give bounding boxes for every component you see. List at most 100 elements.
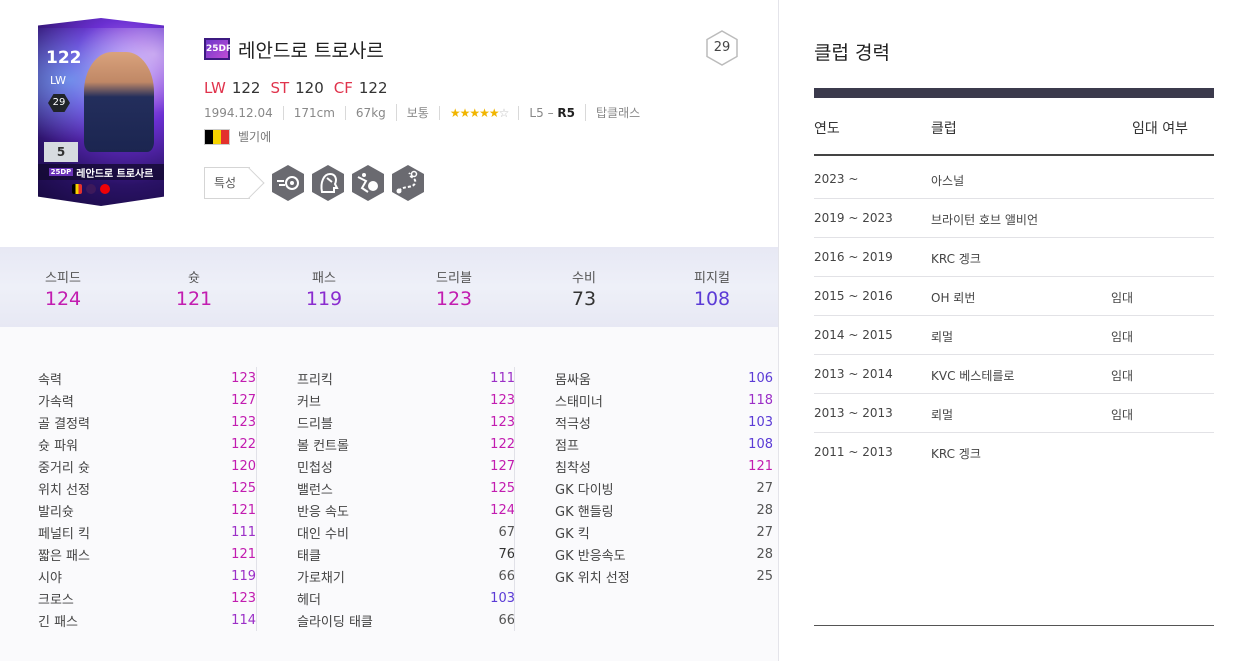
stat-name: GK 위치 선정 <box>555 570 630 586</box>
stat-name: GK 킥 <box>555 526 590 542</box>
right-foot: R5 <box>557 105 575 120</box>
player-info-row: 1994.12.04 171cm 67kg 보통 ★★★★★☆ L5 – R5 … <box>204 104 650 121</box>
position-code: ST <box>270 79 290 97</box>
summary-label: 드리블 <box>436 271 472 286</box>
player-class: 탑클래스 <box>584 104 650 121</box>
traits-row: 특성 <box>204 164 426 202</box>
star-icon-filled: ★★★★★ <box>449 105 500 120</box>
stat-name: 시야 <box>38 570 62 586</box>
stat-row: 속력 123 <box>38 367 256 389</box>
club-club: 아스널 <box>931 174 965 188</box>
stat-value: 66 <box>498 612 515 628</box>
stat-value: 125 <box>231 480 256 496</box>
stat-value: 66 <box>498 568 515 584</box>
position-value: 122 <box>231 79 261 97</box>
stat-name: 긴 패스 <box>38 614 79 630</box>
stat-name: 중거리 슛 <box>38 460 90 476</box>
stat-row: GK 반응속도 28 <box>555 543 773 565</box>
stats-column-2: 프리킥 111 커브 123 드리블 123 볼 컨트롤 122 민첩성 127 밸런스 125 반응 … <box>297 367 515 631</box>
stat-row: 적극성 103 <box>555 411 773 433</box>
stat-value: 121 <box>231 502 256 518</box>
stat-row: 크로스 123 <box>38 587 256 609</box>
left-foot: L5 <box>529 105 544 120</box>
stat-name: 침착성 <box>555 460 591 476</box>
header-club: 클럽 <box>931 121 957 137</box>
summary-value: 119 <box>305 288 343 310</box>
card-name-row: 25DP 레안드로 트로사르 <box>38 164 164 180</box>
stat-name: 위치 선정 <box>38 482 90 498</box>
stat-row: 가속력 127 <box>38 389 256 411</box>
stat-value: 123 <box>490 392 515 408</box>
player-card[interactable]: 122 LW 29 5 25DP 레안드로 트로사르 <box>38 18 164 206</box>
stat-row: GK 다이빙 27 <box>555 477 773 499</box>
club-loan: 임대 <box>1111 291 1134 305</box>
stat-value: 76 <box>498 546 515 562</box>
header-year: 연도 <box>814 121 840 137</box>
weak-foot: L5 – R5 <box>518 105 585 120</box>
body-type: 보통 <box>395 104 439 121</box>
stat-value: 111 <box>490 370 515 386</box>
nation-flag-icon <box>72 184 82 194</box>
stat-value: 114 <box>231 612 256 628</box>
summary-physical: 피지컬 108 <box>647 267 777 310</box>
stats-column-1: 속력 123 가속력 127 골 결정력 123 슛 파워 122 중거리 슛 120 위치 선정 1… <box>38 367 256 631</box>
stat-row: 골 결정력 123 <box>38 411 256 433</box>
stat-value: 122 <box>490 436 515 452</box>
stat-row: 몸싸움 106 <box>555 367 773 389</box>
header-loan: 임대 여부 <box>1132 121 1188 137</box>
stat-name: 드리블 <box>297 416 333 432</box>
stat-name: 가속력 <box>38 394 74 410</box>
position-value: 120 <box>295 79 324 97</box>
club-club: 브라이턴 호브 앨비언 <box>931 213 1038 227</box>
stat-value: 124 <box>490 502 515 518</box>
stat-row: GK 핸들링 28 <box>555 499 773 521</box>
card-position: LW <box>50 74 66 87</box>
card-number: 5 <box>44 142 78 162</box>
summary-speed: 스피드 124 <box>0 267 128 310</box>
enhance-level-badge[interactable]: 29 <box>705 30 739 66</box>
stat-row: 드리블 123 <box>297 411 515 433</box>
club-year: 2013 ~ 2014 <box>814 367 893 381</box>
trait-icon-list <box>270 164 426 202</box>
club-history-row: 2016 ~ 2019 KRC 겡크 <box>814 238 1214 277</box>
summary-label: 수비 <box>572 271 596 286</box>
stat-row: 침착성 121 <box>555 455 773 477</box>
stat-value: 28 <box>756 502 773 518</box>
stat-row: 태클 76 <box>297 543 515 565</box>
stat-name: 민첩성 <box>297 460 333 476</box>
belgium-flag-icon <box>204 128 230 145</box>
stat-value: 125 <box>490 480 515 496</box>
stat-name: 대인 수비 <box>297 526 349 542</box>
stat-value: 103 <box>748 414 773 430</box>
stat-row: 위치 선정 125 <box>38 477 256 499</box>
club-year: 2023 ~ <box>814 172 859 186</box>
stat-name: GK 반응속도 <box>555 548 626 564</box>
stat-name: 가로채기 <box>297 570 345 586</box>
club-history-bar <box>814 88 1214 98</box>
position-ratings: LW 122 ST 120 CF 122 <box>204 79 392 97</box>
club-loan: 임대 <box>1111 330 1134 344</box>
club-club: 뢰멀 <box>931 330 954 344</box>
trait-playmaker-icon[interactable] <box>310 164 346 202</box>
stat-row: GK 위치 선정 25 <box>555 565 773 587</box>
club-year: 2011 ~ 2013 <box>814 445 893 459</box>
foot-separator: – <box>543 105 558 120</box>
club-crest-icon <box>100 184 110 194</box>
trait-long-shot-icon[interactable] <box>270 164 306 202</box>
star-icon-empty: ☆ <box>498 105 510 120</box>
summary-value: 123 <box>435 288 473 310</box>
nation-name: 벨기에 <box>238 130 272 144</box>
trait-technical-dribbler-icon[interactable] <box>390 164 426 202</box>
club-history-rows: 2023 ~ 아스널 2019 ~ 2023 브라이턴 호브 앨비언 2016 ~ 20… <box>814 160 1214 472</box>
stat-row: GK 킥 27 <box>555 521 773 543</box>
summary-label: 슛 <box>188 271 200 286</box>
trait-speed-dribbler-icon[interactable] <box>350 164 386 202</box>
traits-label: 특성 <box>204 167 250 199</box>
card-emblems <box>72 184 110 194</box>
stat-name: 골 결정력 <box>38 416 90 432</box>
stat-value: 121 <box>231 546 256 562</box>
stat-row: 헤더 103 <box>297 587 515 609</box>
stat-row: 반응 속도 124 <box>297 499 515 521</box>
stat-value: 127 <box>231 392 256 408</box>
stat-row: 볼 컨트롤 122 <box>297 433 515 455</box>
